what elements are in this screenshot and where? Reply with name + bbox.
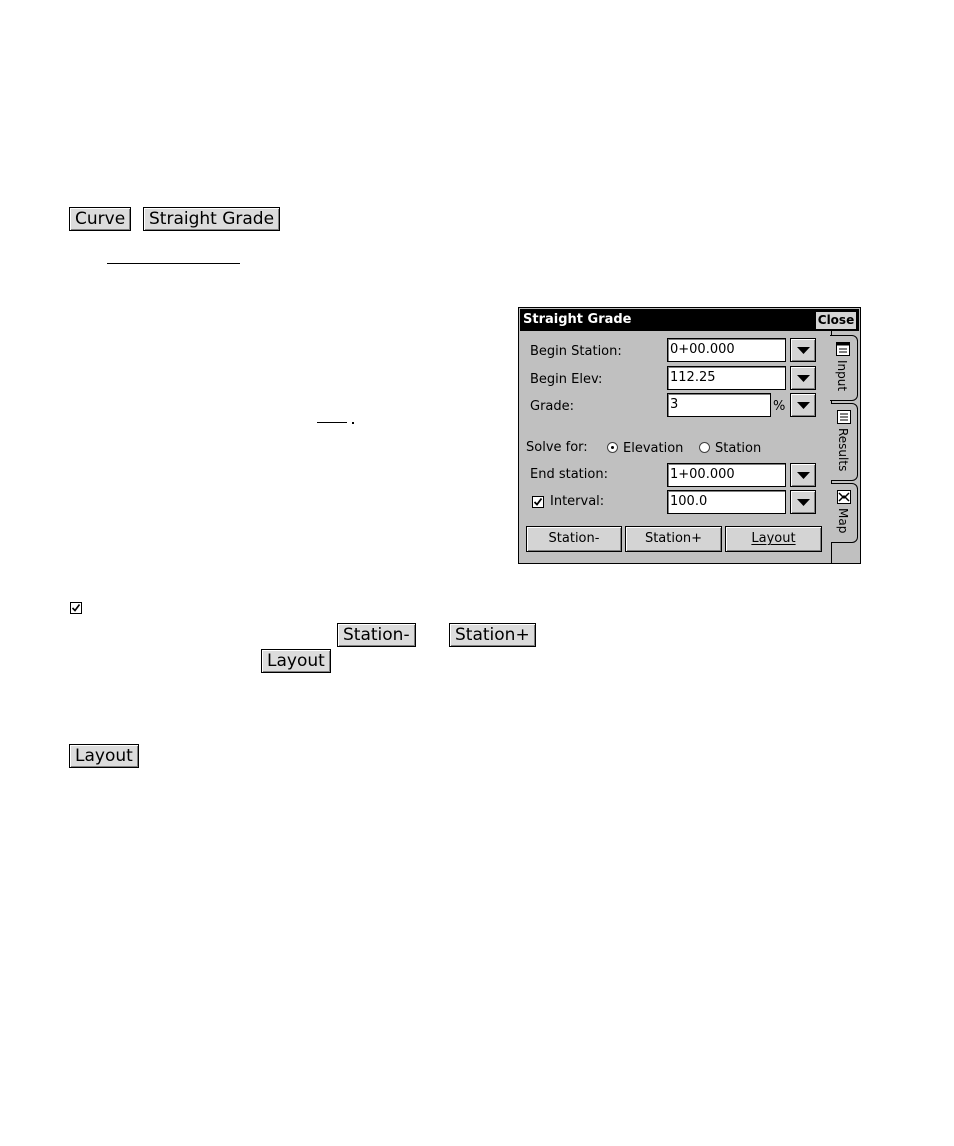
layout-button-bottom[interactable]: Layout bbox=[69, 744, 139, 768]
begin-station-input[interactable]: 0+00.000 bbox=[667, 338, 786, 362]
tab-results[interactable]: Results bbox=[831, 403, 858, 481]
end-station-dropdown[interactable] bbox=[790, 463, 816, 487]
begin-station-label: Begin Station: bbox=[530, 344, 622, 359]
tab-input-label: Input bbox=[835, 360, 849, 392]
station-plus-button[interactable]: Station+ bbox=[625, 526, 722, 552]
grade-input[interactable]: 3 bbox=[667, 393, 771, 417]
interval-dropdown[interactable] bbox=[790, 490, 816, 514]
map-tab-icon bbox=[837, 490, 851, 504]
dropdown-arrow-icon bbox=[797, 375, 810, 382]
dot bbox=[352, 422, 354, 424]
station-plus-doc-button[interactable]: Station+ bbox=[449, 623, 536, 647]
title-bar: Straight Grade Close bbox=[520, 309, 859, 331]
layout-doc-button[interactable]: Layout bbox=[261, 649, 331, 673]
dropdown-arrow-icon bbox=[797, 402, 810, 409]
underline-rule bbox=[107, 263, 240, 264]
interval-label: Interval: bbox=[550, 494, 605, 509]
interval-input[interactable]: 100.0 bbox=[667, 490, 786, 514]
checkbox-checked-icon bbox=[70, 602, 82, 614]
station-radio[interactable] bbox=[699, 442, 710, 453]
checkmark-icon bbox=[533, 497, 543, 506]
begin-elev-label: Begin Elev: bbox=[530, 372, 603, 387]
elevation-radio-label: Elevation bbox=[623, 441, 684, 456]
station-radio-label: Station bbox=[715, 441, 762, 456]
begin-elev-input[interactable]: 112.25 bbox=[667, 366, 786, 390]
interval-checkbox[interactable] bbox=[532, 496, 544, 508]
solve-for-label: Solve for: bbox=[526, 440, 588, 455]
dropdown-arrow-icon bbox=[797, 347, 810, 354]
grade-dropdown[interactable] bbox=[790, 393, 816, 417]
grade-label: Grade: bbox=[530, 399, 575, 414]
grade-unit: % bbox=[773, 399, 786, 414]
tab-input[interactable]: Input bbox=[830, 335, 858, 401]
input-tab-icon bbox=[836, 342, 850, 356]
dropdown-arrow-icon bbox=[797, 499, 810, 506]
end-station-label: End station: bbox=[530, 467, 608, 482]
close-button[interactable]: Close bbox=[815, 311, 857, 330]
short-underline-rule bbox=[317, 422, 347, 423]
dropdown-arrow-icon bbox=[797, 472, 810, 479]
begin-elev-dropdown[interactable] bbox=[790, 366, 816, 390]
layout-button-label: Layout bbox=[751, 531, 796, 546]
end-station-input[interactable]: 1+00.000 bbox=[667, 463, 786, 487]
station-minus-doc-button[interactable]: Station- bbox=[337, 623, 416, 647]
curve-button[interactable]: Curve bbox=[69, 207, 132, 231]
dialog-title: Straight Grade bbox=[523, 312, 632, 327]
straight-grade-dialog: Straight Grade Close Begin Station: 0+00… bbox=[518, 307, 861, 564]
tab-map[interactable]: Map bbox=[831, 483, 858, 543]
elevation-radio[interactable] bbox=[607, 442, 618, 453]
begin-station-dropdown[interactable] bbox=[790, 338, 816, 362]
tab-map-label: Map bbox=[836, 508, 850, 534]
results-tab-icon bbox=[837, 410, 851, 424]
layout-button[interactable]: Layout bbox=[725, 526, 822, 552]
station-minus-button[interactable]: Station- bbox=[526, 526, 622, 552]
straight-grade-button[interactable]: Straight Grade bbox=[143, 207, 281, 231]
tab-results-label: Results bbox=[836, 428, 850, 472]
radio-selected-icon bbox=[611, 446, 614, 449]
